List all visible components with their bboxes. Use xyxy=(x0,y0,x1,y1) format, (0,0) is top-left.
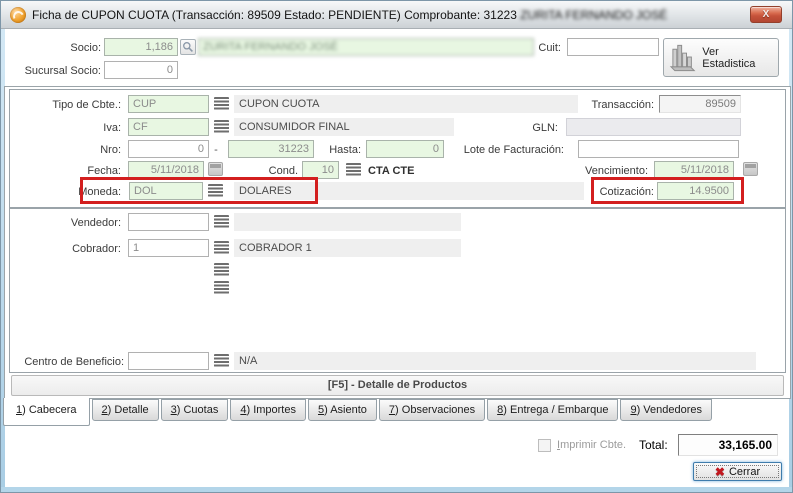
centro-beneficio-field[interactable] xyxy=(128,352,209,370)
tipo-cbte-field[interactable]: CUP xyxy=(128,95,209,113)
imprimir-cbte-label: Imprimir Cbte. xyxy=(557,437,626,453)
tab-label: ) Detalle xyxy=(108,404,149,416)
socio-name-field[interactable]: ZURITA FERNANDO JOSÉ xyxy=(198,38,534,56)
cerrar-button[interactable]: ✖ Cerrar xyxy=(693,462,782,481)
cond-field[interactable]: 10 xyxy=(302,161,339,179)
socio-field[interactable]: 1,186 xyxy=(104,38,178,56)
total-field[interactable]: 33,165.00 xyxy=(678,434,778,456)
centro-beneficio-lookup-menu-icon[interactable] xyxy=(214,354,229,367)
window-frame-bottom xyxy=(1,487,793,493)
title-bar: Ficha de CUPON CUOTA (Transacción: 89509… xyxy=(1,1,793,29)
centro-beneficio-label: Centro de Beneficio: xyxy=(21,353,124,371)
tipo-cbte-lookup-menu-icon[interactable] xyxy=(214,97,229,110)
moneda-description: DOLARES xyxy=(234,182,584,200)
tab-vendedores[interactable]: 9) Vendedores xyxy=(620,399,712,421)
total-label: Total: xyxy=(639,438,668,452)
cond-lookup-menu-icon[interactable] xyxy=(346,163,361,176)
vencimiento-calendar-icon[interactable] xyxy=(743,162,758,176)
sucursal-socio-label: Sucursal Socio: xyxy=(1,62,101,80)
tab-label: ) Cabecera xyxy=(22,404,76,416)
imprimir-rest: mprimir Cbte. xyxy=(560,439,626,451)
gln-field xyxy=(566,118,741,136)
iva-label: Iva: xyxy=(21,119,121,137)
cond-label: Cond. xyxy=(246,162,298,180)
ver-estadistica-button[interactable]: Ver Estadistica xyxy=(663,38,779,77)
bar-chart-icon xyxy=(669,43,696,73)
moneda-field[interactable]: DOL xyxy=(129,182,203,200)
cuit-label: Cuit: xyxy=(501,39,561,57)
fecha-field[interactable]: 5/11/2018 xyxy=(128,161,204,179)
tab-label: ) Entrega / Embarque xyxy=(503,404,608,416)
tab-cabecera[interactable]: 1) Cabecera xyxy=(3,398,90,426)
nro-field[interactable]: 0 xyxy=(128,140,209,158)
window-title: Ficha de CUPON CUOTA (Transacción: 89509… xyxy=(32,8,667,22)
vendedor-label: Vendedor: xyxy=(21,214,121,232)
close-icon: X xyxy=(763,9,770,20)
gln-label: GLN: xyxy=(494,119,558,137)
socio-search-button[interactable] xyxy=(180,39,196,55)
detalle-productos-banner[interactable]: [F5] - Detalle de Productos xyxy=(11,375,784,396)
extra-lookup-menu-icon-2[interactable] xyxy=(214,281,229,294)
tab-label: ) Vendedores xyxy=(637,404,702,416)
fecha-label: Fecha: xyxy=(28,162,121,180)
cotizacion-field[interactable]: 14.9500 xyxy=(657,182,734,200)
nro-comprobante-field[interactable]: 31223 xyxy=(228,140,314,158)
cobrador-lookup-menu-icon[interactable] xyxy=(214,241,229,254)
focus-rect xyxy=(696,465,779,478)
fecha-calendar-icon[interactable] xyxy=(208,162,223,176)
vencimiento-field[interactable]: 5/11/2018 xyxy=(654,161,734,179)
tab-importes[interactable]: 4) Importes xyxy=(230,399,306,421)
socio-label: Socio: xyxy=(21,39,101,57)
tab-label: ) Observaciones xyxy=(395,404,475,416)
iva-field[interactable]: CF xyxy=(128,118,209,136)
tab-asiento[interactable]: 5) Asiento xyxy=(308,399,377,421)
hasta-field[interactable]: 0 xyxy=(366,140,444,158)
vendedor-lookup-menu-icon[interactable] xyxy=(214,215,229,228)
tab-cuotas[interactable]: 3) Cuotas xyxy=(161,399,229,421)
extra-lookup-menu-icon-1[interactable] xyxy=(214,263,229,276)
cobrador-field[interactable]: 1 xyxy=(128,239,209,257)
window-title-redacted-name: ZURITA FERNANDO JOSÉ xyxy=(520,8,667,22)
cuit-field[interactable] xyxy=(567,38,659,56)
vencimiento-label: Vencimiento: xyxy=(546,162,648,180)
detail-groupbox xyxy=(9,208,786,373)
search-icon xyxy=(182,41,194,53)
iva-lookup-menu-icon[interactable] xyxy=(214,120,229,133)
tab-strip: 1) Cabecera 2) Detalle 3) Cuotas 4) Impo… xyxy=(3,399,712,426)
cobrador-description: COBRADOR 1 xyxy=(234,239,461,257)
tipo-cbte-description: CUPON CUOTA xyxy=(234,95,578,113)
cotizacion-label: Cotización: xyxy=(599,183,654,201)
moneda-label: Moneda: xyxy=(28,183,121,201)
vendedor-field[interactable] xyxy=(128,213,209,231)
tab-label: ) Importes xyxy=(246,404,296,416)
tipo-cbte-label: Tipo de Cbte.: xyxy=(21,96,121,114)
moneda-lookup-menu-icon[interactable] xyxy=(208,184,223,197)
window-title-text: Ficha de CUPON CUOTA (Transacción: 89509… xyxy=(32,8,520,22)
lote-facturacion-label: Lote de Facturación: xyxy=(456,141,564,159)
sucursal-socio-field[interactable]: 0 xyxy=(104,61,178,79)
lote-facturacion-field[interactable] xyxy=(578,140,739,158)
nro-label: Nro: xyxy=(21,141,121,159)
dialog-window: Ficha de CUPON CUOTA (Transacción: 89509… xyxy=(0,0,793,493)
hasta-label: Hasta: xyxy=(319,141,361,159)
nro-separator: - xyxy=(212,141,220,159)
cond-description: CTA CTE xyxy=(368,162,414,180)
ver-estadistica-label: Ver Estadistica xyxy=(702,46,773,70)
close-button[interactable]: X xyxy=(750,6,782,23)
app-icon xyxy=(10,7,26,23)
transaccion-label: Transacción: xyxy=(556,96,654,114)
tab-label: ) Asiento xyxy=(324,404,367,416)
tab-observaciones[interactable]: 7) Observaciones xyxy=(379,399,485,421)
tab-entrega-embarque[interactable]: 8) Entrega / Embarque xyxy=(487,399,618,421)
vendedor-description xyxy=(234,213,461,231)
tab-detalle[interactable]: 2) Detalle xyxy=(92,399,159,421)
centro-beneficio-description: N/A xyxy=(234,352,756,370)
tab-label: ) Cuotas xyxy=(177,404,219,416)
imprimir-cbte-checkbox[interactable] xyxy=(538,439,551,452)
transaccion-field: 89509 xyxy=(659,95,741,113)
iva-description: CONSUMIDOR FINAL xyxy=(234,118,454,136)
cobrador-label: Cobrador: xyxy=(21,240,121,258)
